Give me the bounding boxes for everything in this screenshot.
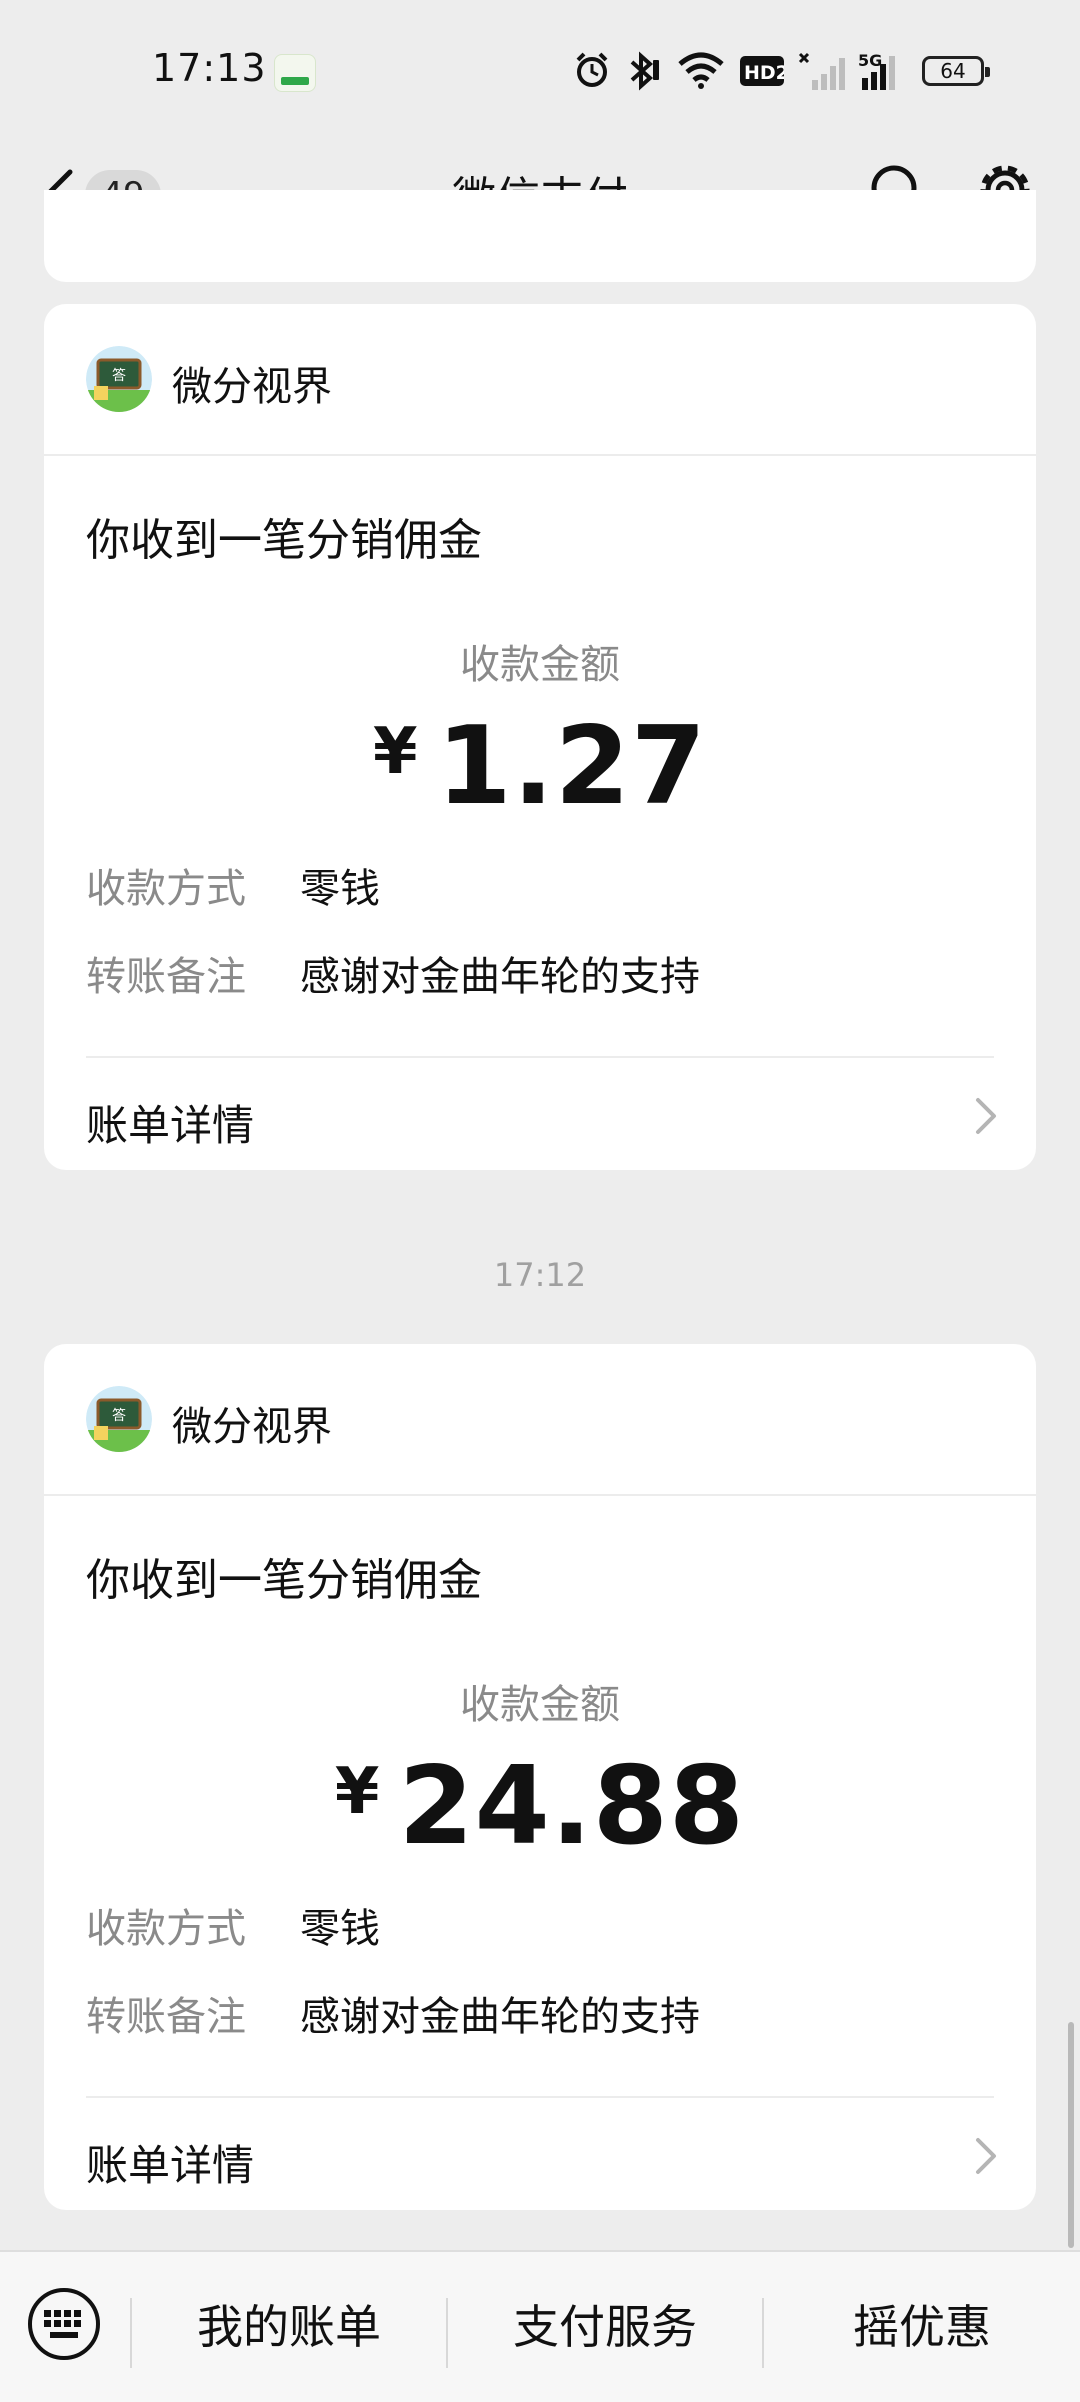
bottom-menu-bar: 我的账单 支付服务 摇优惠	[0, 2250, 1080, 2402]
card-header[interactable]: 答 微分视界	[44, 1344, 1036, 1496]
bill-details-link[interactable]: 账单详情	[44, 1058, 1036, 1170]
wifi-icon	[678, 52, 724, 89]
menu-payment-services[interactable]: 支付服务	[448, 2252, 762, 2402]
svg-text:5G: 5G	[858, 51, 882, 70]
svg-text:HD2: HD2	[744, 62, 784, 84]
svg-text:答: 答	[112, 1407, 126, 1424]
bluetooth-icon	[630, 51, 659, 91]
amount-number: 24.88	[398, 1744, 746, 1869]
amount-value: ¥1.27	[44, 704, 1036, 829]
menu-my-bills[interactable]: 我的账单	[132, 2252, 446, 2402]
oppo-app-icon	[274, 54, 316, 92]
merchant-name: 微分视界	[172, 364, 332, 410]
bill-details-label: 账单详情	[86, 2141, 255, 2190]
card-header[interactable]: 答 微分视界	[44, 304, 1036, 456]
signal-icon	[798, 52, 845, 90]
merchant-avatar[interactable]: 答	[86, 346, 152, 412]
payment-method-label: 收款方式	[86, 1906, 246, 1952]
scrollbar[interactable]	[1068, 2022, 1074, 2248]
chevron-right-icon	[976, 1098, 996, 1134]
keyboard-icon[interactable]	[26, 2286, 102, 2362]
alarm-icon	[576, 52, 608, 87]
status-time: 17:13	[152, 46, 267, 90]
battery-icon: 64	[922, 56, 990, 86]
amount-label: 收款金额	[460, 1682, 620, 1728]
merchant-name: 微分视界	[172, 1404, 332, 1450]
5g-signal-icon: 5G	[858, 51, 895, 90]
bill-details-link[interactable]: 账单详情	[44, 2098, 1036, 2210]
chevron-right-icon	[976, 2138, 996, 2174]
payment-method-value: 零钱	[300, 1906, 380, 1952]
transfer-note-value: 感谢对金曲年轮的支持	[300, 954, 700, 1000]
status-bar: 17:13 HD2 5G 64	[0, 0, 1080, 142]
transfer-note-label: 转账备注	[86, 954, 246, 1000]
message-timestamp: 17:12	[493, 1256, 587, 1294]
currency-symbol: ¥	[373, 715, 419, 789]
transfer-note-label: 转账备注	[86, 1994, 246, 2040]
card-heading: 你收到一笔分销佣金	[86, 1555, 482, 1606]
payment-method-label: 收款方式	[86, 866, 246, 912]
payment-method-value: 零钱	[300, 866, 380, 912]
svg-text:答: 答	[112, 367, 126, 384]
card-heading: 你收到一笔分销佣金	[86, 515, 482, 566]
partial-card	[44, 190, 1036, 282]
amount-value: ¥24.88	[44, 1744, 1036, 1869]
payment-card[interactable]: 答 微分视界 你收到一笔分销佣金 收款金额 ¥1.27 收款方式 零钱 转账备注…	[44, 304, 1036, 1170]
hd-icon: HD2	[740, 56, 784, 86]
currency-symbol: ¥	[334, 1755, 381, 1829]
bill-details-label: 账单详情	[86, 1101, 255, 1150]
payment-card[interactable]: 答 微分视界 你收到一笔分销佣金 收款金额 ¥24.88 收款方式 零钱 转账备…	[44, 1344, 1036, 2210]
amount-label: 收款金额	[460, 642, 620, 688]
transfer-note-value: 感谢对金曲年轮的支持	[300, 1994, 700, 2040]
menu-shake-offers[interactable]: 摇优惠	[764, 2252, 1080, 2402]
amount-number: 1.27	[436, 704, 707, 829]
merchant-avatar[interactable]: 答	[86, 1386, 152, 1452]
